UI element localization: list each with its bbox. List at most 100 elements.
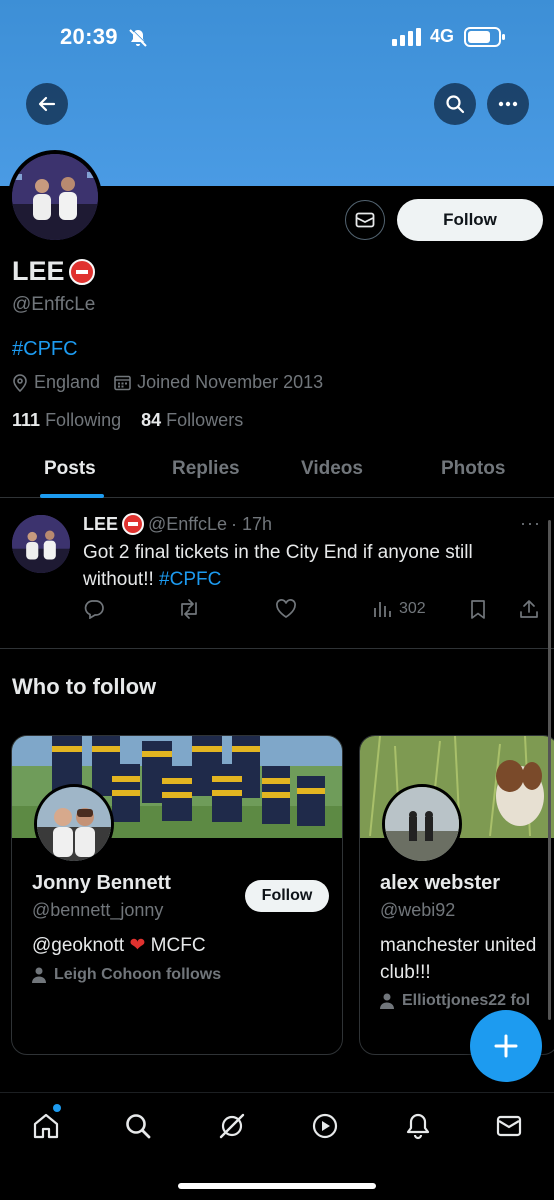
card-name[interactable]: Jonny Bennett	[32, 872, 171, 895]
following-count: 111	[12, 410, 41, 430]
back-arrow-icon	[38, 96, 56, 112]
battery-icon	[464, 27, 506, 52]
profile-avatar[interactable]	[8, 150, 102, 244]
profile-tabs: Posts Replies Videos Photos	[0, 448, 554, 498]
bookmark-button[interactable]	[469, 599, 487, 619]
tab-photos[interactable]: Photos	[441, 458, 505, 480]
active-tab-indicator	[40, 494, 104, 498]
card-social-context: Leigh Cohoon follows	[32, 966, 221, 984]
play-icon	[312, 1113, 338, 1139]
like-button[interactable]	[275, 599, 297, 619]
nav-notifications[interactable]	[403, 1111, 433, 1141]
profile-name: LEE	[12, 256, 95, 287]
location: England	[12, 372, 100, 393]
plus-icon	[494, 1034, 518, 1058]
person-icon	[32, 967, 46, 983]
profile-name-text: LEE	[12, 256, 65, 286]
silent-bell-icon	[128, 28, 148, 53]
search-icon	[446, 95, 465, 114]
unread-indicator-dot	[53, 1104, 61, 1112]
nav-explore[interactable]	[123, 1111, 153, 1141]
card-avatar[interactable]	[34, 784, 114, 864]
tab-videos[interactable]: Videos	[301, 458, 363, 480]
location-icon	[13, 373, 27, 392]
who-to-follow-title: Who to follow	[12, 674, 157, 699]
card-social-context: Elliottjones22 fol	[380, 992, 530, 1010]
views-count: 302	[399, 600, 426, 617]
bookmark-icon	[471, 600, 485, 619]
followers-label: Followers	[166, 410, 244, 430]
following-label: Following	[45, 410, 122, 430]
scrollbar[interactable]	[548, 520, 551, 1020]
post-more-button[interactable]: ···	[520, 513, 541, 534]
reply-button[interactable]	[83, 599, 105, 619]
followers-link[interactable]: 84 Followers	[141, 410, 243, 430]
repost-icon	[181, 599, 197, 619]
person-icon	[380, 993, 394, 1009]
card-social-text: Elliottjones22 fol	[402, 992, 531, 1009]
follow-suggestion-card[interactable]: alex webster @webi92 manchester united c…	[359, 735, 554, 1055]
card-name[interactable]: alex webster	[380, 872, 500, 895]
follow-button[interactable]: Follow	[397, 199, 543, 241]
post-header: LEE @EnffcLe · 17h	[83, 513, 272, 535]
card-handle: @webi92	[380, 900, 456, 920]
status-bar: 20:39 4G	[0, 22, 554, 56]
nav-video[interactable]	[310, 1111, 340, 1141]
bell-icon	[406, 1113, 430, 1140]
home-icon	[33, 1113, 59, 1139]
like-icon	[276, 599, 296, 618]
card-social-text: Leigh Cohoon follows	[54, 966, 222, 983]
card-bio-text: MCFC	[150, 935, 206, 956]
more-options-button[interactable]	[487, 83, 529, 125]
post-text: Got 2 final tickets in the City End if a…	[83, 539, 523, 593]
status-time: 20:39	[60, 24, 118, 49]
post[interactable]: LEE @EnffcLe · 17h ··· Got 2 final ticke…	[0, 499, 554, 649]
post-text-main: Got 2 final tickets in the City End if a…	[83, 542, 473, 590]
views-icon	[374, 602, 391, 617]
mail-icon	[355, 212, 375, 228]
card-follow-button[interactable]: Follow	[245, 880, 329, 912]
repost-button[interactable]	[177, 599, 201, 619]
nav-grok[interactable]	[217, 1111, 247, 1141]
back-button[interactable]	[26, 83, 68, 125]
card-avatar[interactable]	[382, 784, 462, 864]
share-button[interactable]	[519, 599, 539, 619]
views-button[interactable]: 302	[373, 599, 426, 619]
card-bio: manchester united club!!!	[380, 935, 537, 983]
more-icon	[498, 101, 518, 107]
explore-icon	[126, 1114, 151, 1139]
follow-suggestion-card[interactable]: Jonny Bennett @bennett_jonny Follow @geo…	[11, 735, 343, 1055]
nav-messages[interactable]	[494, 1111, 524, 1141]
profile-bio-hashtag[interactable]: #CPFC	[12, 338, 78, 361]
search-button[interactable]	[434, 83, 476, 125]
join-date: Joined November 2013	[114, 372, 323, 393]
home-indicator-bar[interactable]	[178, 1183, 376, 1189]
card-bio-mention[interactable]: @geoknott	[32, 935, 124, 956]
follow-counts: 111 Following 84 Followers	[12, 410, 243, 431]
location-text: England	[34, 372, 101, 392]
join-date-text: Joined November 2013	[137, 372, 324, 392]
post-author[interactable]: LEE	[83, 514, 118, 535]
profile-meta: England Joined November 2013	[12, 372, 337, 393]
post-actions: 302	[83, 599, 543, 625]
followers-count: 84	[141, 410, 162, 430]
stop-sign-emoji	[122, 513, 145, 535]
profile-handle: @EnffcLe	[12, 294, 96, 315]
tab-posts[interactable]: Posts	[44, 458, 96, 480]
card-bio: @geoknott ❤ MCFC	[32, 932, 332, 959]
post-avatar[interactable]	[12, 515, 70, 573]
messages-icon	[496, 1115, 522, 1137]
network-type: 4G	[430, 26, 455, 46]
calendar-icon	[114, 375, 131, 391]
post-time: · 17h	[231, 513, 273, 534]
compose-post-button[interactable]	[470, 1010, 542, 1082]
card-handle: @bennett_jonny	[32, 900, 164, 920]
post-hashtag[interactable]: #CPFC	[159, 569, 221, 590]
following-link[interactable]: 111 Following	[12, 410, 121, 430]
post-handle: @EnffcLe	[148, 513, 228, 534]
signal-icon	[392, 28, 422, 51]
nav-home[interactable]	[31, 1111, 61, 1141]
stop-sign-emoji	[68, 258, 95, 285]
message-button[interactable]	[345, 200, 385, 240]
tab-replies[interactable]: Replies	[172, 458, 240, 480]
